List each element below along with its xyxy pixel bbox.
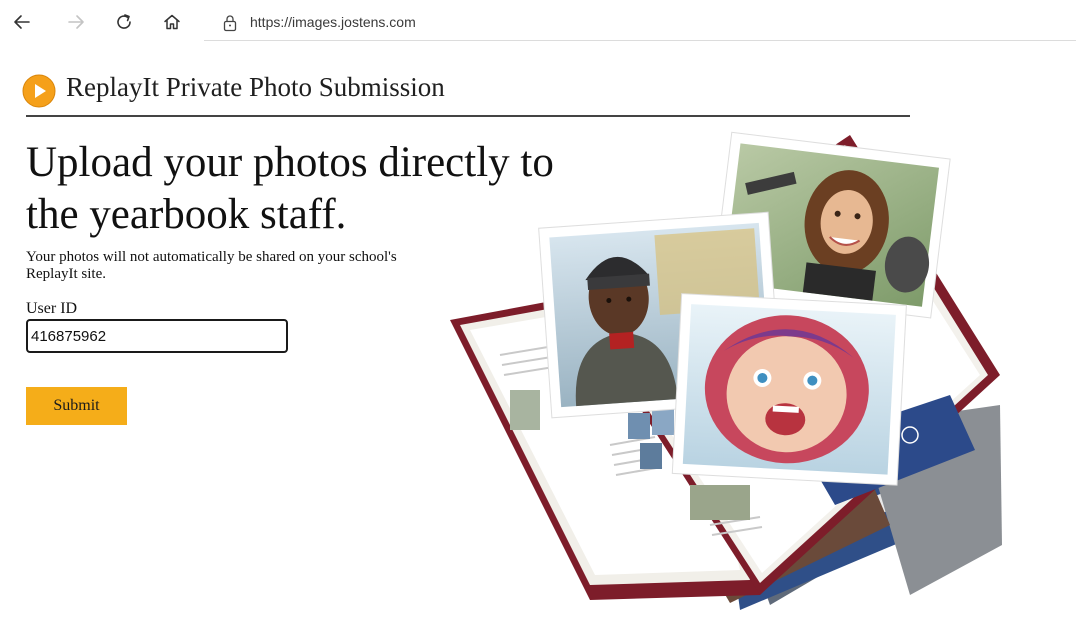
header-divider <box>26 115 910 117</box>
home-icon[interactable] <box>158 8 186 36</box>
user-id-label: User ID <box>26 300 78 317</box>
page-title: ReplayIt Private Photo Submission <box>66 72 445 102</box>
submit-button[interactable]: Submit <box>26 387 127 425</box>
yearbook-hero-image <box>440 125 1020 615</box>
browser-toolbar: https://images.jostens.com <box>0 0 1076 46</box>
back-arrow-icon[interactable] <box>8 8 36 36</box>
lock-icon[interactable] <box>222 14 238 37</box>
refresh-icon[interactable] <box>110 8 138 36</box>
address-bar[interactable]: https://images.jostens.com <box>204 5 1076 41</box>
privacy-note: Your photos will not automatically be sh… <box>26 249 397 282</box>
forward-arrow-icon[interactable] <box>62 8 90 36</box>
url-text[interactable]: https://images.jostens.com <box>250 14 416 30</box>
replayit-logo-icon <box>22 74 56 108</box>
user-id-input[interactable] <box>26 319 288 353</box>
